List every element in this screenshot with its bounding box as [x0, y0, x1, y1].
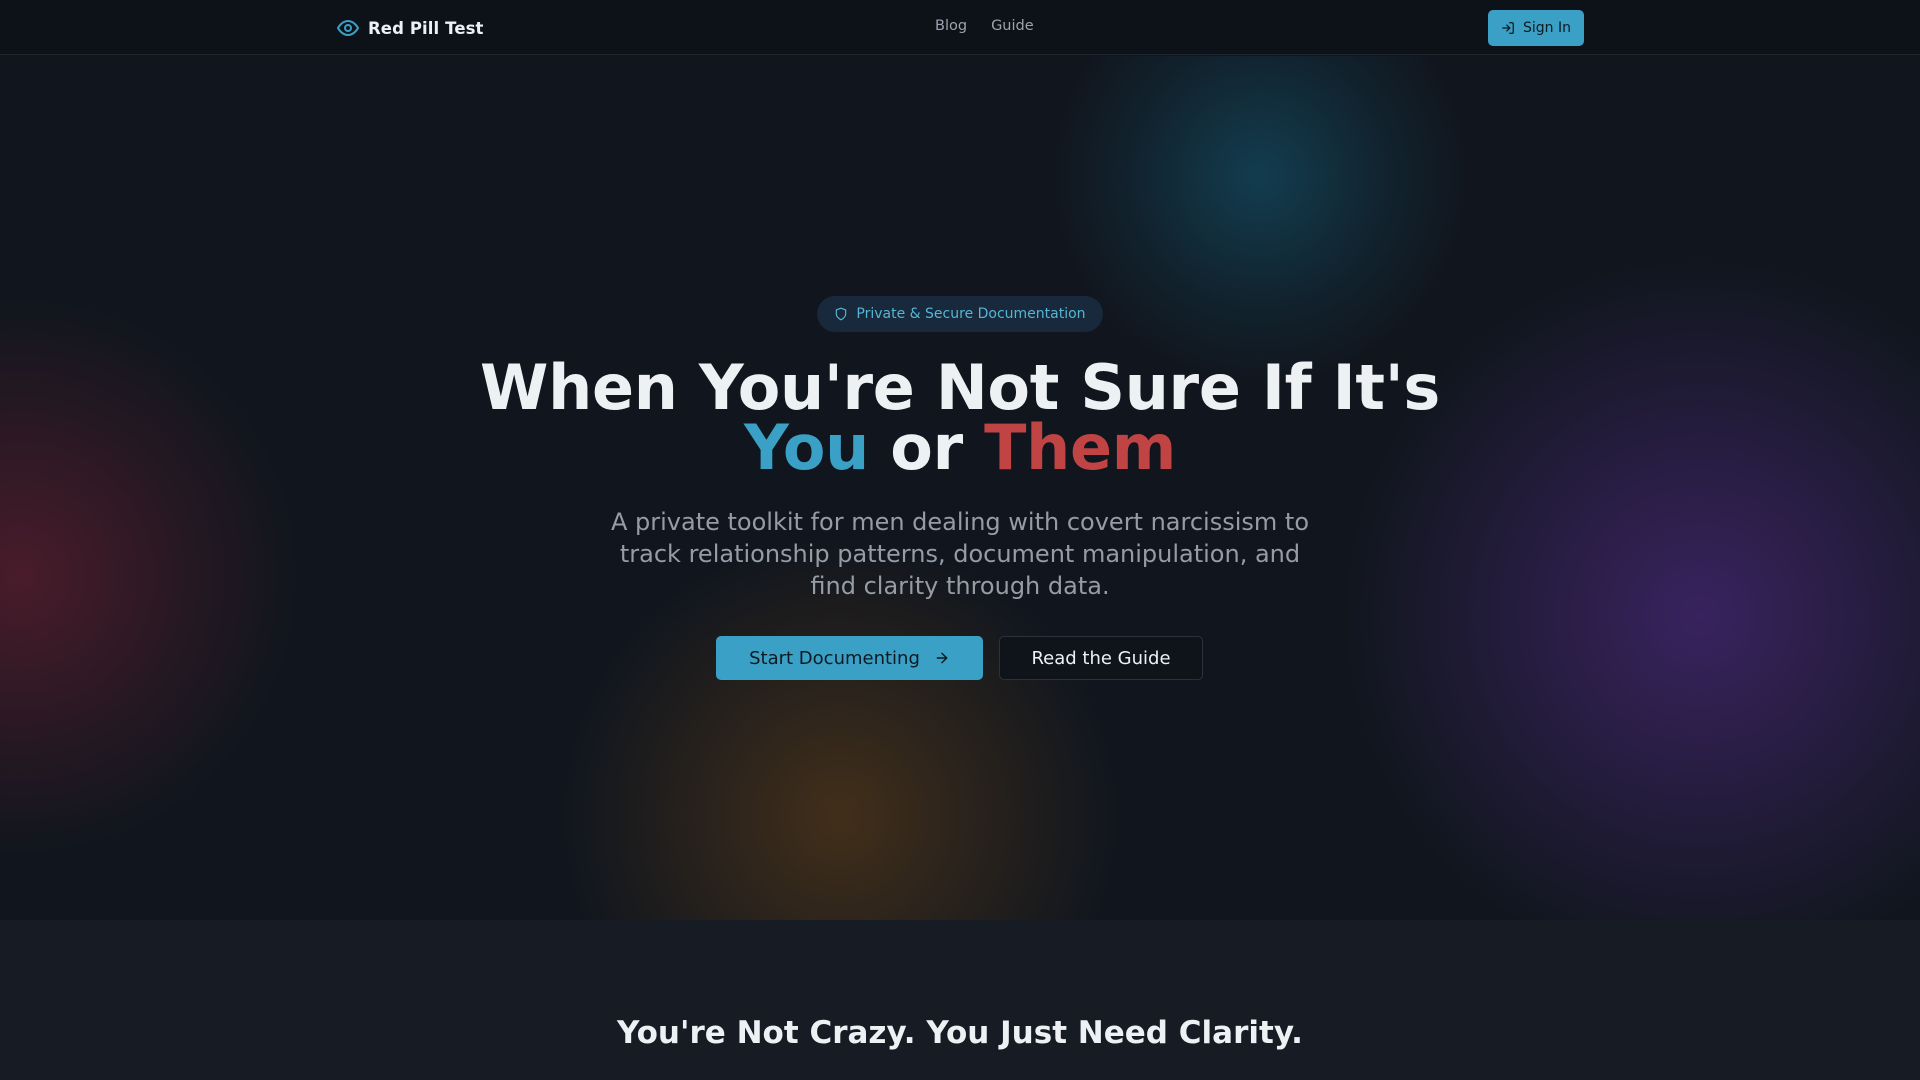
- start-documenting-button[interactable]: Start Documenting: [716, 636, 983, 680]
- hero-subtitle: A private toolkit for men dealing with c…: [610, 508, 1309, 600]
- landing-page: Red Pill Test Blog Guide Sign In Private…: [0, 0, 1920, 1080]
- background-glow-red: [0, 296, 300, 856]
- headline-them: Them: [984, 411, 1177, 484]
- arrow-right-icon: [934, 650, 950, 666]
- start-documenting-label: Start Documenting: [749, 647, 920, 669]
- eye-icon: [336, 16, 360, 40]
- cta-row: Start Documenting Read the Guide: [716, 636, 1203, 680]
- top-nav: Red Pill Test Blog Guide Sign In: [0, 0, 1920, 55]
- clarity-section: You're Not Crazy. You Just Need Clarity.: [0, 920, 1920, 1080]
- nav-links: Blog Guide: [935, 18, 1034, 34]
- shield-icon: [834, 307, 848, 321]
- headline-you: You: [743, 411, 869, 484]
- headline-or: or: [890, 411, 963, 484]
- hero-section: Private & Secure Documentation When You'…: [0, 56, 1920, 920]
- brand-name: Red Pill Test: [368, 18, 484, 38]
- brand-logo-link[interactable]: Red Pill Test: [336, 16, 484, 40]
- sign-in-label: Sign In: [1523, 20, 1571, 36]
- clarity-section-title: You're Not Crazy. You Just Need Clarity.: [617, 1015, 1303, 1051]
- privacy-badge: Private & Secure Documentation: [817, 296, 1103, 332]
- read-guide-button[interactable]: Read the Guide: [999, 636, 1203, 680]
- privacy-badge-label: Private & Secure Documentation: [856, 306, 1086, 322]
- nav-link-guide[interactable]: Guide: [991, 18, 1034, 34]
- nav-link-blog[interactable]: Blog: [935, 18, 967, 34]
- background-glow-teal: [1050, 56, 1470, 386]
- sign-in-button[interactable]: Sign In: [1488, 10, 1584, 46]
- hero-headline: When You're Not Sure If It's You or Them: [360, 357, 1560, 479]
- log-in-icon: [1501, 21, 1515, 35]
